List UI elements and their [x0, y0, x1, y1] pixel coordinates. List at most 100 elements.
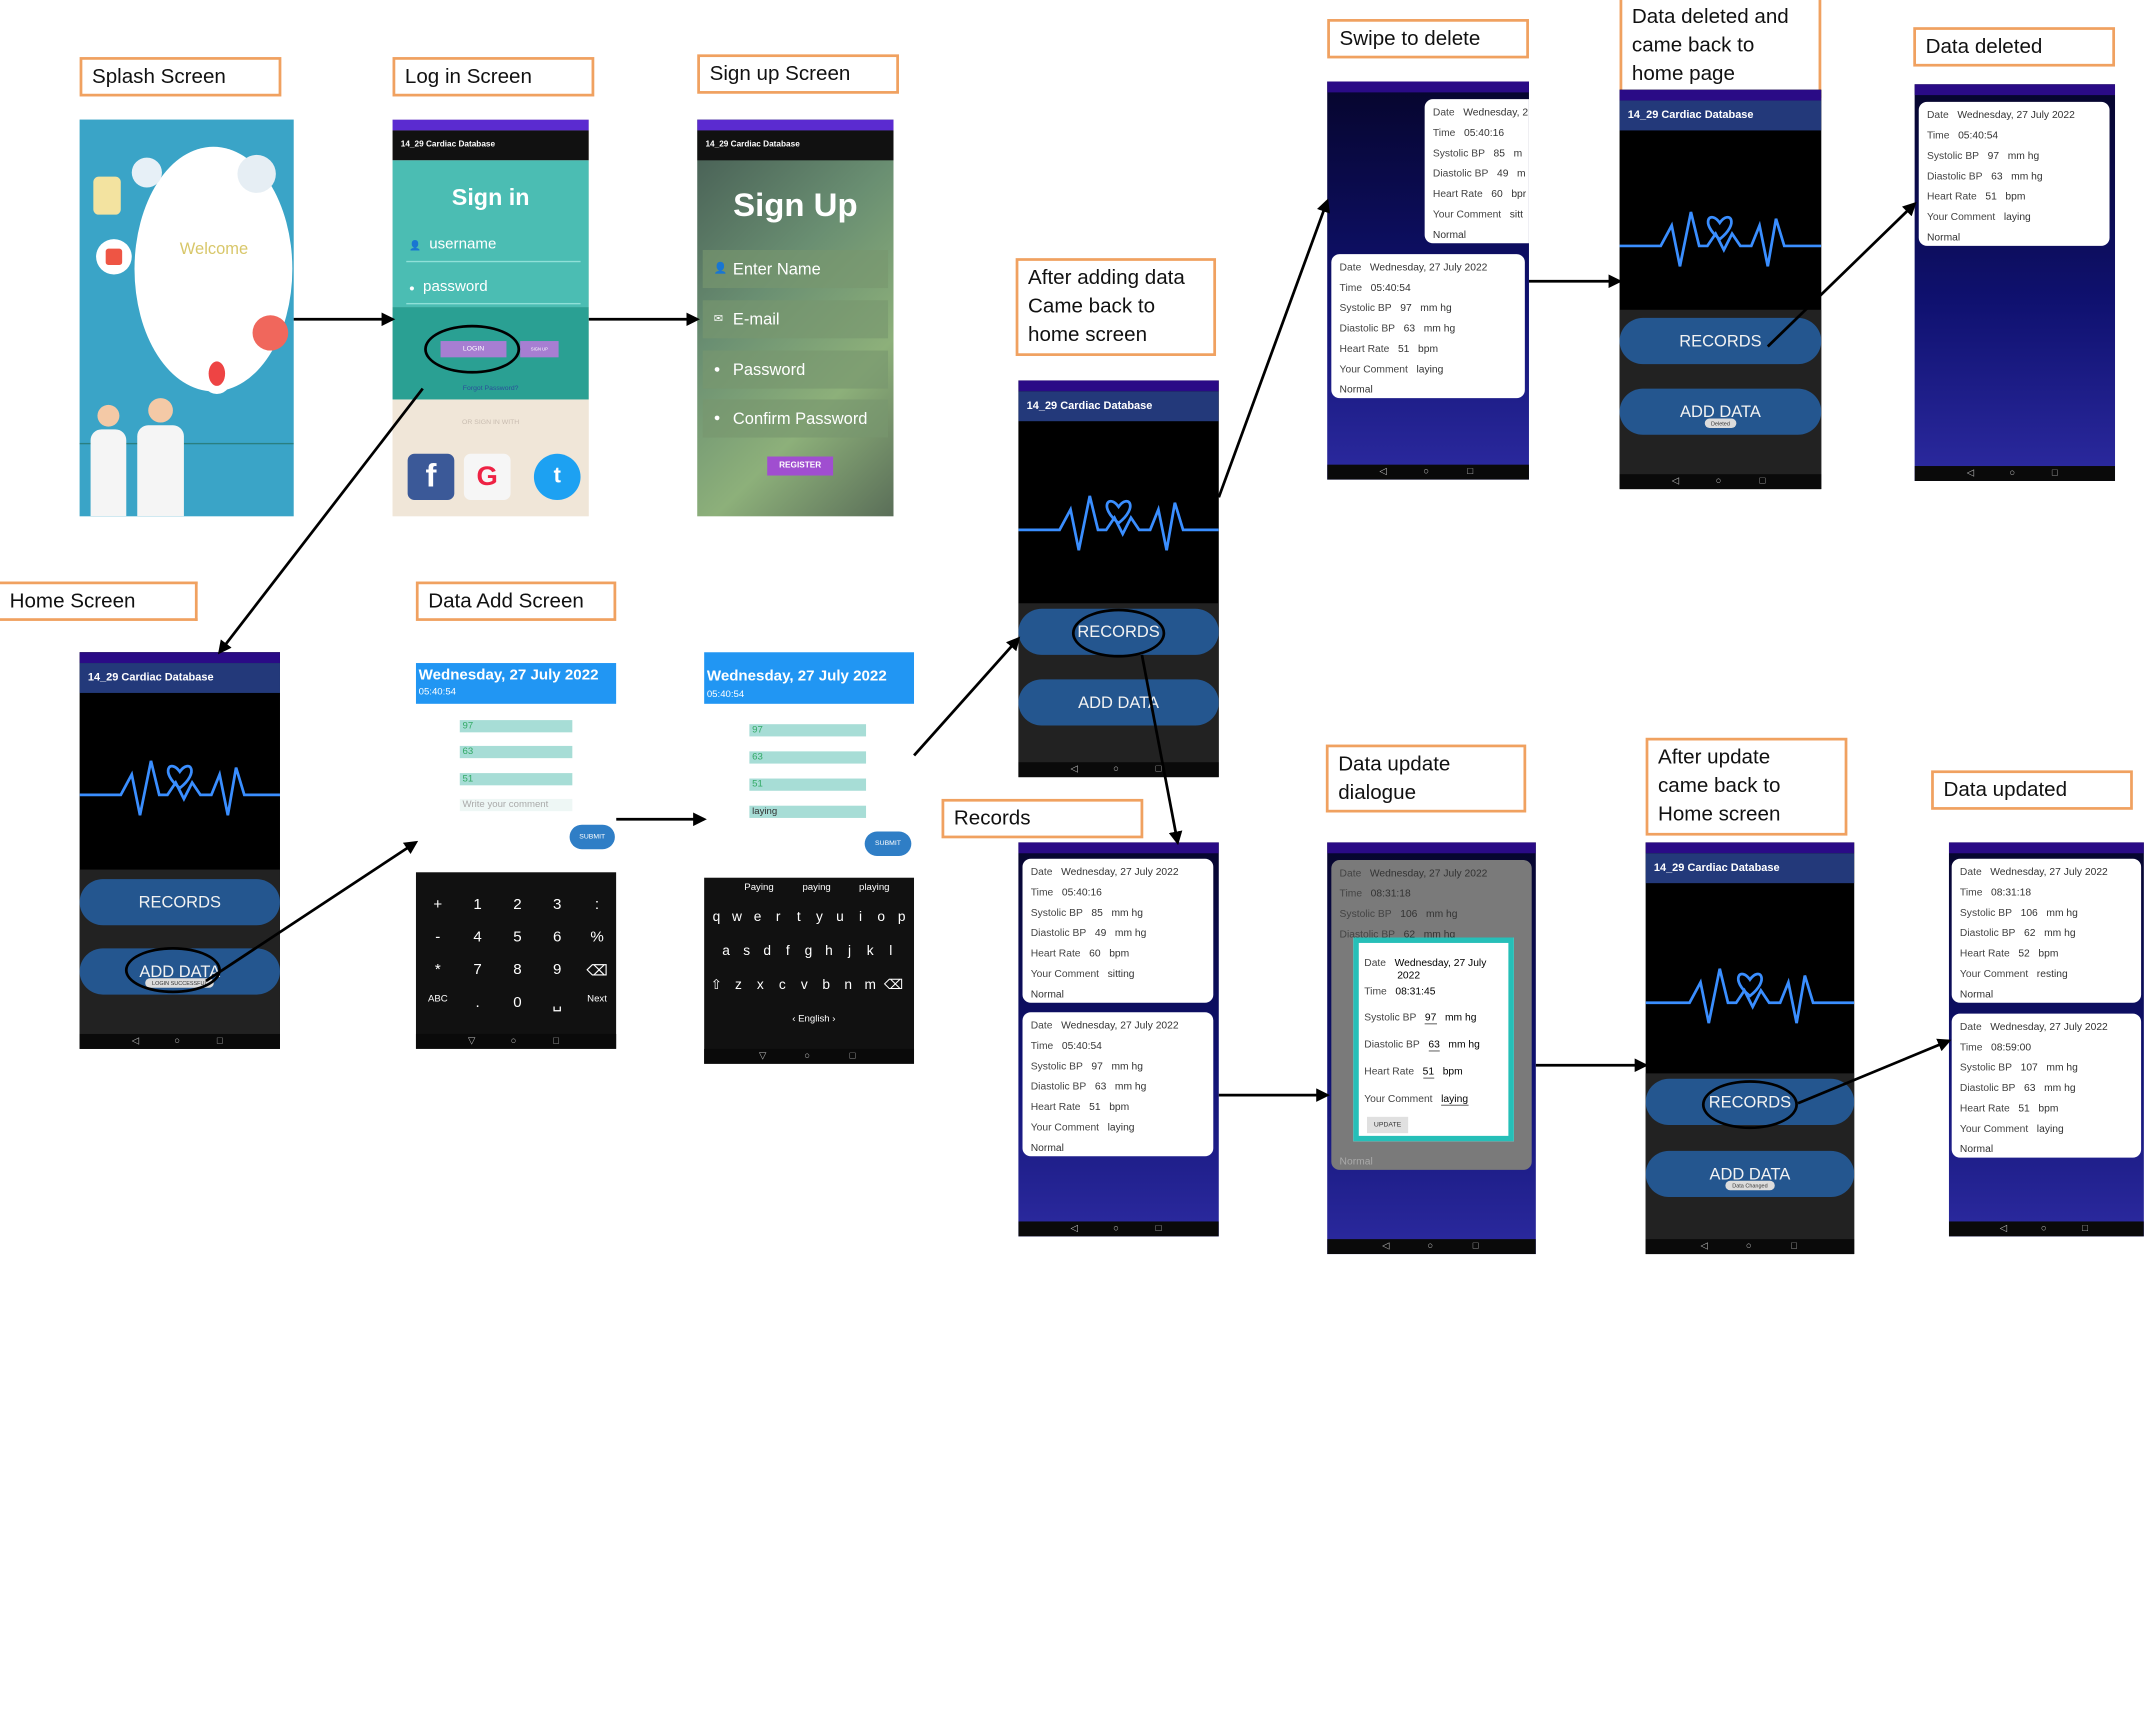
keyboard-key[interactable]: 1 [461, 897, 494, 913]
forgot-password-link[interactable]: Forgot Password? [393, 385, 589, 393]
keyboard-key[interactable]: p [893, 910, 909, 925]
qwerty-keyboard[interactable]: Paying paying playing q w e r t y u i o p a s d f g h j k l ⇧ z… [704, 877, 915, 1064]
keyboard-key[interactable]: ⇧ [708, 978, 724, 993]
keyboard-key[interactable]: Next [581, 995, 614, 1005]
keyboard-key[interactable]: 7 [461, 962, 494, 978]
keyboard-key[interactable]: 6 [541, 929, 574, 945]
dialog-heart-rate-input[interactable]: 51 [1422, 1065, 1435, 1079]
keyboard-key[interactable]: ␣ [541, 995, 574, 1012]
suggestion-chip[interactable]: playing [847, 883, 902, 893]
keyboard-key[interactable]: e [749, 910, 765, 925]
update-dialog[interactable]: Date Wednesday, 27 July 2022 Time 08:31:… [1353, 937, 1514, 1142]
keyboard-key[interactable]: ⌫ [884, 978, 903, 993]
diastolic-input[interactable]: 63 [459, 745, 573, 759]
keyboard-key[interactable]: c [774, 978, 790, 993]
google-icon[interactable]: G [463, 453, 511, 501]
keyboard-key[interactable]: : [581, 897, 614, 913]
keyboard-key[interactable]: 5 [501, 929, 534, 945]
twitter-icon[interactable]: t [533, 453, 581, 501]
record-card[interactable]: Date Wednesday, 27 July 2022 Time 05:40:… [1331, 254, 1525, 399]
record-card[interactable]: Date Wednesday, 27 July 2022 Time 05:40:… [1022, 858, 1214, 1003]
keyboard-key[interactable]: t [791, 910, 807, 925]
keyboard-key[interactable]: ABC [421, 995, 454, 1005]
keyboard-key[interactable]: r [770, 910, 786, 925]
keyboard-key[interactable]: . [461, 995, 494, 1011]
keyboard-key[interactable]: - [421, 929, 454, 945]
keyboard-key[interactable]: + [421, 897, 454, 913]
diastolic-input[interactable]: 63 [749, 751, 867, 764]
deleted-home-phone: 14_29 Cardiac Database RECORDS ADD DATA … [1619, 89, 1822, 490]
comment-input[interactable]: Write your comment [459, 798, 573, 812]
email-field[interactable]: ✉ E-mail [702, 300, 889, 339]
keyboard-key[interactable]: g [800, 944, 816, 959]
keyboard-key[interactable]: x [752, 978, 768, 993]
keyboard-key[interactable]: ⌫ [581, 962, 614, 979]
keyboard-key[interactable]: m [862, 978, 878, 993]
keyboard-key[interactable]: z [730, 978, 746, 993]
label-data-add-screen: Data Add Screen [415, 581, 617, 621]
record-card[interactable]: Date Wednesday, 27 July 2022 Time 08:31:… [1951, 858, 2142, 1003]
keyboard-key[interactable]: 3 [541, 897, 574, 913]
swipe-phone: Date Wednesday, 2 Time 05:40:16 Systolic… [1327, 81, 1529, 480]
language-key[interactable]: ‹ English › [759, 1015, 869, 1025]
name-field[interactable]: 👤 Enter Name [702, 250, 889, 289]
keyboard-key[interactable]: 4 [461, 929, 494, 945]
record-card[interactable]: Date Wednesday, 27 July 2022 Time 08:59:… [1951, 1013, 2142, 1158]
record-card[interactable]: Date Wednesday, 27 July 2022 Time 05:40:… [1022, 1012, 1214, 1157]
keyboard-key[interactable]: k [862, 944, 878, 959]
password-field[interactable]: ● password [409, 279, 488, 295]
heart-rate-input[interactable]: 51 [749, 778, 867, 791]
update-button[interactable]: UPDATE [1367, 1116, 1409, 1134]
keyboard-key[interactable]: q [708, 910, 724, 925]
username-field[interactable]: 👤 username [409, 236, 496, 252]
dialog-diastolic-input[interactable]: 63 [1428, 1038, 1440, 1052]
submit-button[interactable]: SUBMIT [569, 824, 615, 850]
signup-heading: Sign Up [733, 187, 858, 225]
comment-input[interactable]: laying [749, 805, 867, 818]
nav-bar: ◁ ○ □ [79, 1033, 280, 1049]
blood-drop-icon [200, 353, 234, 395]
register-button[interactable]: REGISTER [767, 456, 834, 476]
swiped-record-card[interactable]: Date Wednesday, 2 Time 05:40:16 Systolic… [1424, 99, 1529, 244]
keyboard-key[interactable]: b [818, 978, 834, 993]
submit-button[interactable]: SUBMIT [864, 831, 912, 856]
keyboard-key[interactable]: 2 [501, 897, 534, 913]
dialog-systolic-input[interactable]: 97 [1424, 1010, 1437, 1025]
keyboard-key[interactable]: f [780, 944, 796, 959]
add-data-button[interactable]: ADD DATA [1018, 679, 1219, 726]
record-card[interactable]: Date Wednesday, 27 July 2022 Time 05:40:… [1918, 101, 2110, 246]
add-time: 05:40:54 [706, 690, 745, 700]
facebook-icon[interactable]: f [407, 453, 455, 501]
keyboard-key[interactable]: n [840, 978, 856, 993]
keyboard-key[interactable]: 8 [501, 962, 534, 978]
keyboard-key[interactable]: j [841, 944, 857, 959]
keyboard-key[interactable]: l [883, 944, 899, 959]
keyboard-key[interactable]: * [421, 962, 454, 978]
keyboard-key[interactable]: 9 [541, 962, 574, 978]
keyboard-key[interactable]: a [718, 944, 734, 959]
keyboard-key[interactable]: 0 [501, 995, 534, 1011]
keyboard-key[interactable]: u [832, 910, 848, 925]
confirm-password-field[interactable]: ● Confirm Password [702, 399, 889, 438]
keyboard-key[interactable]: w [729, 910, 745, 925]
signup-button[interactable]: SIGN UP [520, 341, 559, 358]
keyboard-key[interactable]: % [581, 929, 614, 945]
keyboard-key[interactable]: v [796, 978, 812, 993]
heart-rate-input[interactable]: 51 [459, 773, 573, 786]
numeric-keyboard[interactable]: +1 2 3: -4 5 6% * 7 8 9 ⌫ ABC. 0 ␣ Next ▽ ○ □ [415, 872, 617, 1049]
nurse-illustration [90, 404, 127, 517]
dialog-comment-input[interactable]: laying [1441, 1092, 1468, 1106]
records-button[interactable]: RECORDS [79, 879, 280, 926]
keyboard-key[interactable]: y [811, 910, 827, 925]
keyboard-key[interactable]: i [852, 910, 868, 925]
keyboard-key[interactable]: d [759, 944, 775, 959]
systolic-input[interactable]: 97 [749, 724, 867, 737]
signup-password-field[interactable]: ● Password [702, 350, 889, 389]
keyboard-key[interactable]: s [738, 944, 754, 959]
keyboard-key[interactable]: o [873, 910, 889, 925]
records-button[interactable]: RECORDS [1619, 317, 1822, 365]
keyboard-key[interactable]: h [821, 944, 837, 959]
suggestion-chip[interactable]: paying [789, 883, 844, 893]
systolic-input[interactable]: 97 [459, 720, 573, 733]
suggestion-chip[interactable]: Paying [732, 883, 787, 893]
